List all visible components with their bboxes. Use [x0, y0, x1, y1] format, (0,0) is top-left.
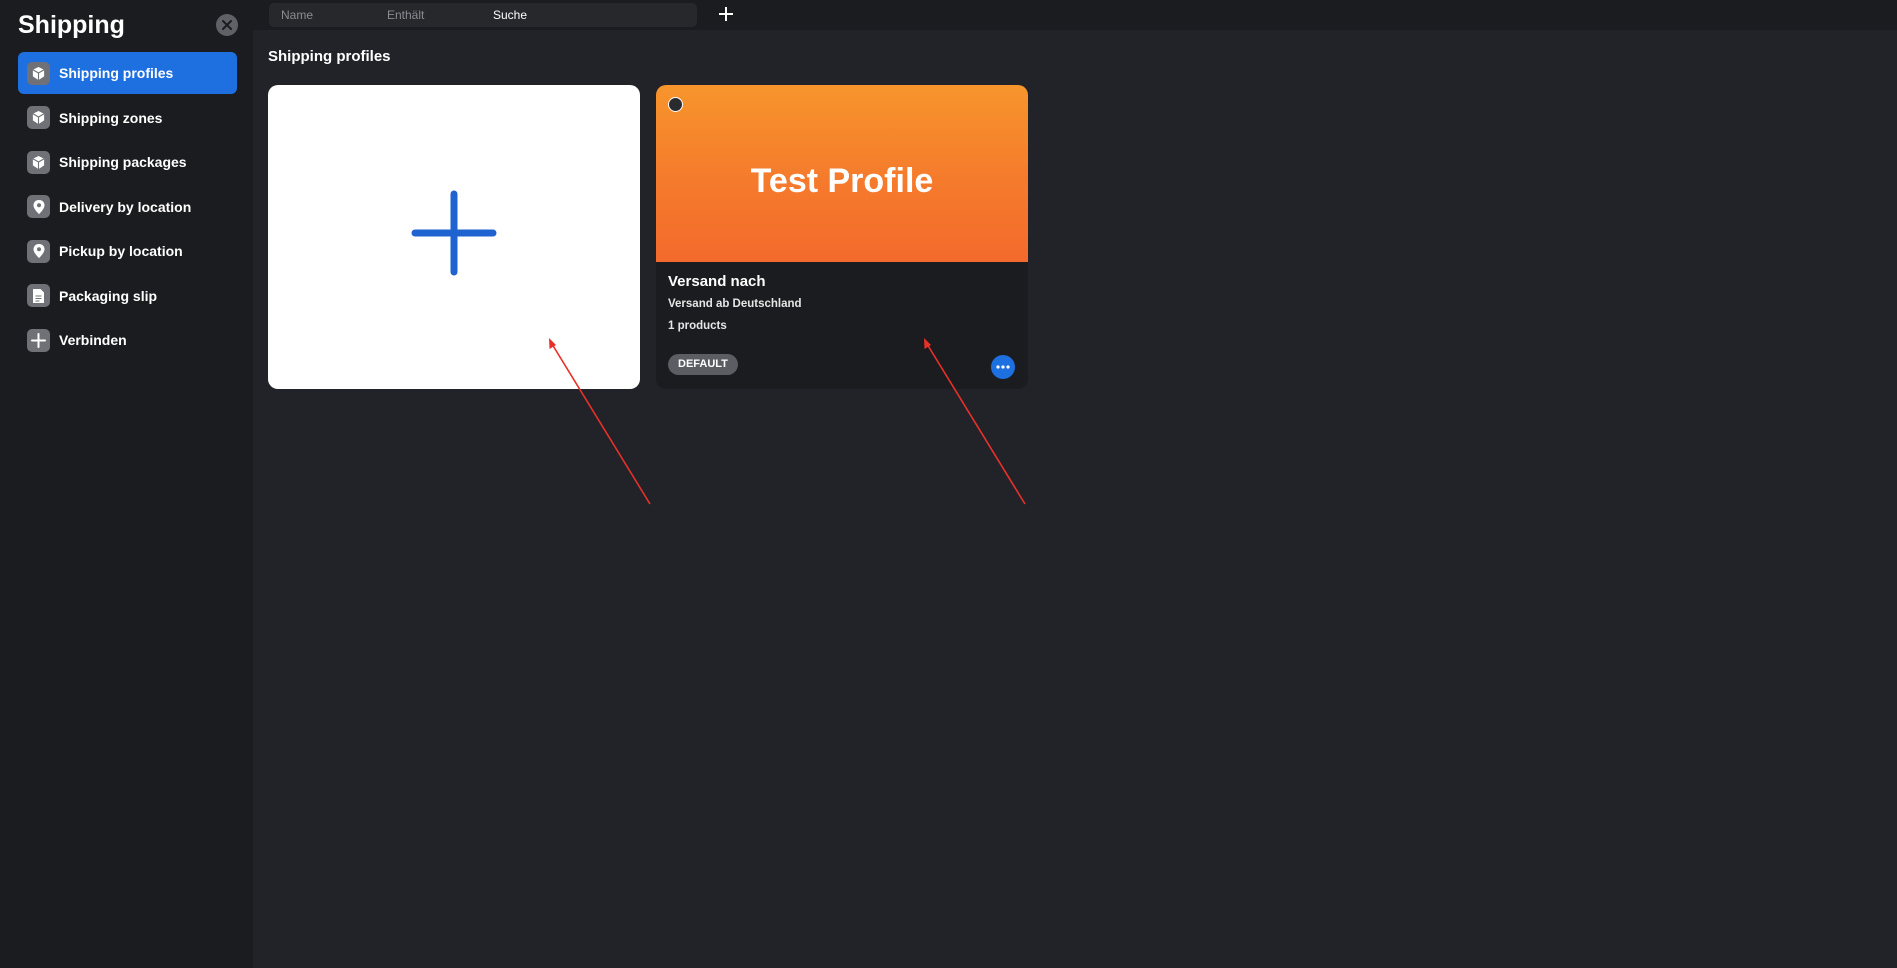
annotation-arrow-left — [549, 338, 651, 505]
annotation-arrows — [549, 338, 1026, 505]
annotation-arrow-right — [924, 338, 1026, 505]
